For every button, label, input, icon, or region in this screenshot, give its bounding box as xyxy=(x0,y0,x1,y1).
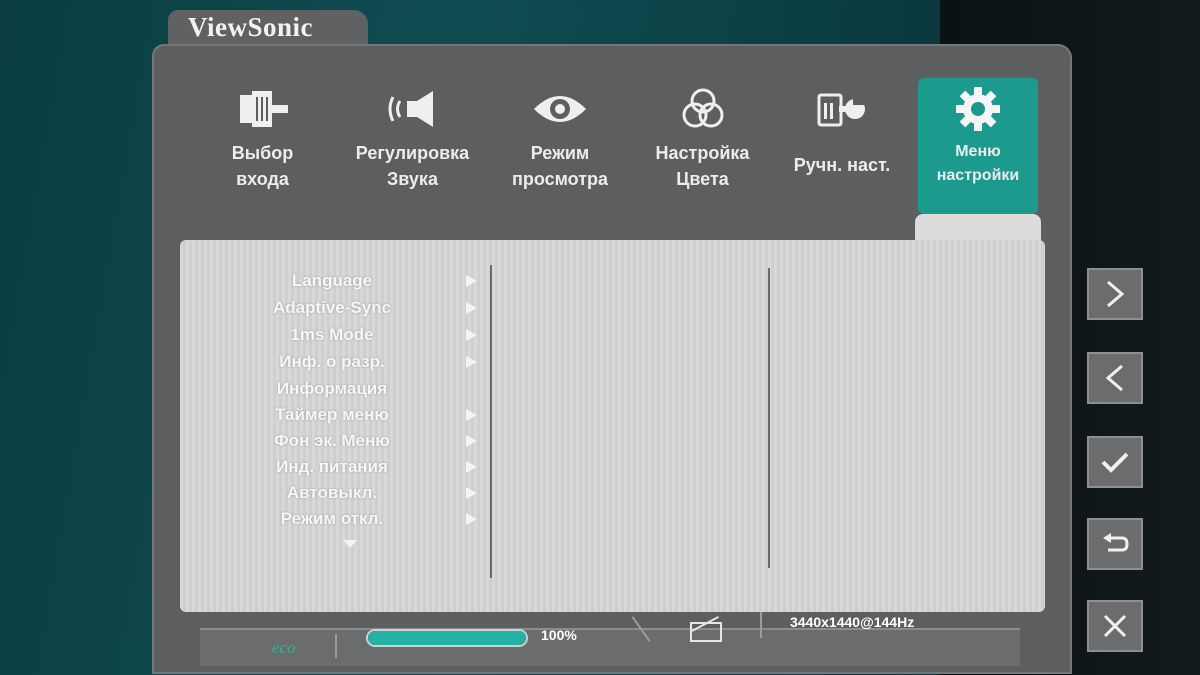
status-separator xyxy=(335,634,337,658)
menu-item-view-mode[interactable]: Режим просмотра xyxy=(505,78,615,218)
brand-logo: ViewSonic xyxy=(188,12,313,42)
list-item-menu-background[interactable]: Фон эк. Меню xyxy=(212,431,452,451)
menu-item-setup-menu[interactable]: Меню настройки xyxy=(918,78,1038,214)
submenu-arrow-icon xyxy=(466,356,477,368)
submenu-arrow-icon xyxy=(466,513,477,525)
checkmark-icon xyxy=(1101,452,1129,473)
manual-wrench-icon xyxy=(782,78,902,140)
list-item-language[interactable]: Language xyxy=(212,271,452,291)
status-bar xyxy=(200,628,1020,666)
column-divider xyxy=(768,268,770,568)
menu-item-color-settings[interactable]: Настройка Цвета xyxy=(645,78,760,218)
chevron-right-icon xyxy=(1107,280,1125,308)
status-separator xyxy=(760,612,762,638)
submenu-arrow-icon xyxy=(466,435,477,447)
submenu-arrow-icon xyxy=(466,487,477,499)
menu-item-input-select[interactable]: Выбор входа xyxy=(215,78,310,218)
close-icon xyxy=(1103,614,1127,638)
chevron-left-icon xyxy=(1105,364,1123,392)
gear-icon xyxy=(918,78,1038,140)
menu-item-label: Ручн. наст. xyxy=(793,155,891,175)
color-circles-icon xyxy=(645,78,760,140)
list-item-sleep-mode[interactable]: Режим откл. xyxy=(212,509,452,529)
eco-mode-icon: eco xyxy=(272,638,296,657)
eye-icon xyxy=(505,78,615,140)
previous-button[interactable] xyxy=(1087,352,1143,404)
next-button[interactable] xyxy=(1087,268,1143,320)
submenu-arrow-icon xyxy=(466,461,477,473)
back-button[interactable] xyxy=(1087,518,1143,570)
list-item-1ms-mode[interactable]: 1ms Mode xyxy=(212,325,452,345)
confirm-button[interactable] xyxy=(1087,436,1143,488)
close-button[interactable] xyxy=(1087,600,1143,652)
menu-item-label: Меню настройки xyxy=(936,143,1020,184)
submenu-arrow-icon xyxy=(466,329,477,341)
list-item-auto-off[interactable]: Автовыкл. xyxy=(212,483,452,503)
submenu-arrow-icon xyxy=(466,275,477,287)
menu-item-label: Выбор входа xyxy=(231,143,294,189)
progress-fill xyxy=(368,631,526,645)
list-item-information[interactable]: Информация xyxy=(212,379,452,399)
speaker-sound-icon xyxy=(345,78,480,140)
menu-item-label: Режим просмотра xyxy=(511,143,609,189)
menu-item-manual-setup[interactable]: Ручн. наст. xyxy=(782,78,902,218)
return-arrow-icon xyxy=(1103,533,1129,552)
list-item-resolution-info[interactable]: Инф. о разр. xyxy=(212,352,452,372)
aspect-ratio-icon xyxy=(690,622,722,642)
input-plug-icon xyxy=(215,78,310,140)
scroll-down-icon[interactable] xyxy=(343,540,357,548)
list-item-adaptive-sync[interactable]: Adaptive-Sync xyxy=(212,298,452,318)
list-item-menu-timer[interactable]: Таймер меню xyxy=(212,405,452,425)
submenu-arrow-icon xyxy=(466,409,477,421)
menu-item-label: Настройка Цвета xyxy=(655,143,750,189)
list-item-power-indicator[interactable]: Инд. питания xyxy=(212,457,452,477)
menu-item-audio[interactable]: Регулировка Звука xyxy=(345,78,480,218)
progress-bar xyxy=(366,629,528,647)
progress-percent: 100% xyxy=(541,627,577,643)
settings-panel xyxy=(180,240,1045,612)
menu-item-label: Регулировка Звука xyxy=(355,143,470,189)
resolution-readout: 3440x1440@144Hz xyxy=(790,614,915,630)
column-divider xyxy=(490,265,492,578)
submenu-arrow-icon xyxy=(466,302,477,314)
